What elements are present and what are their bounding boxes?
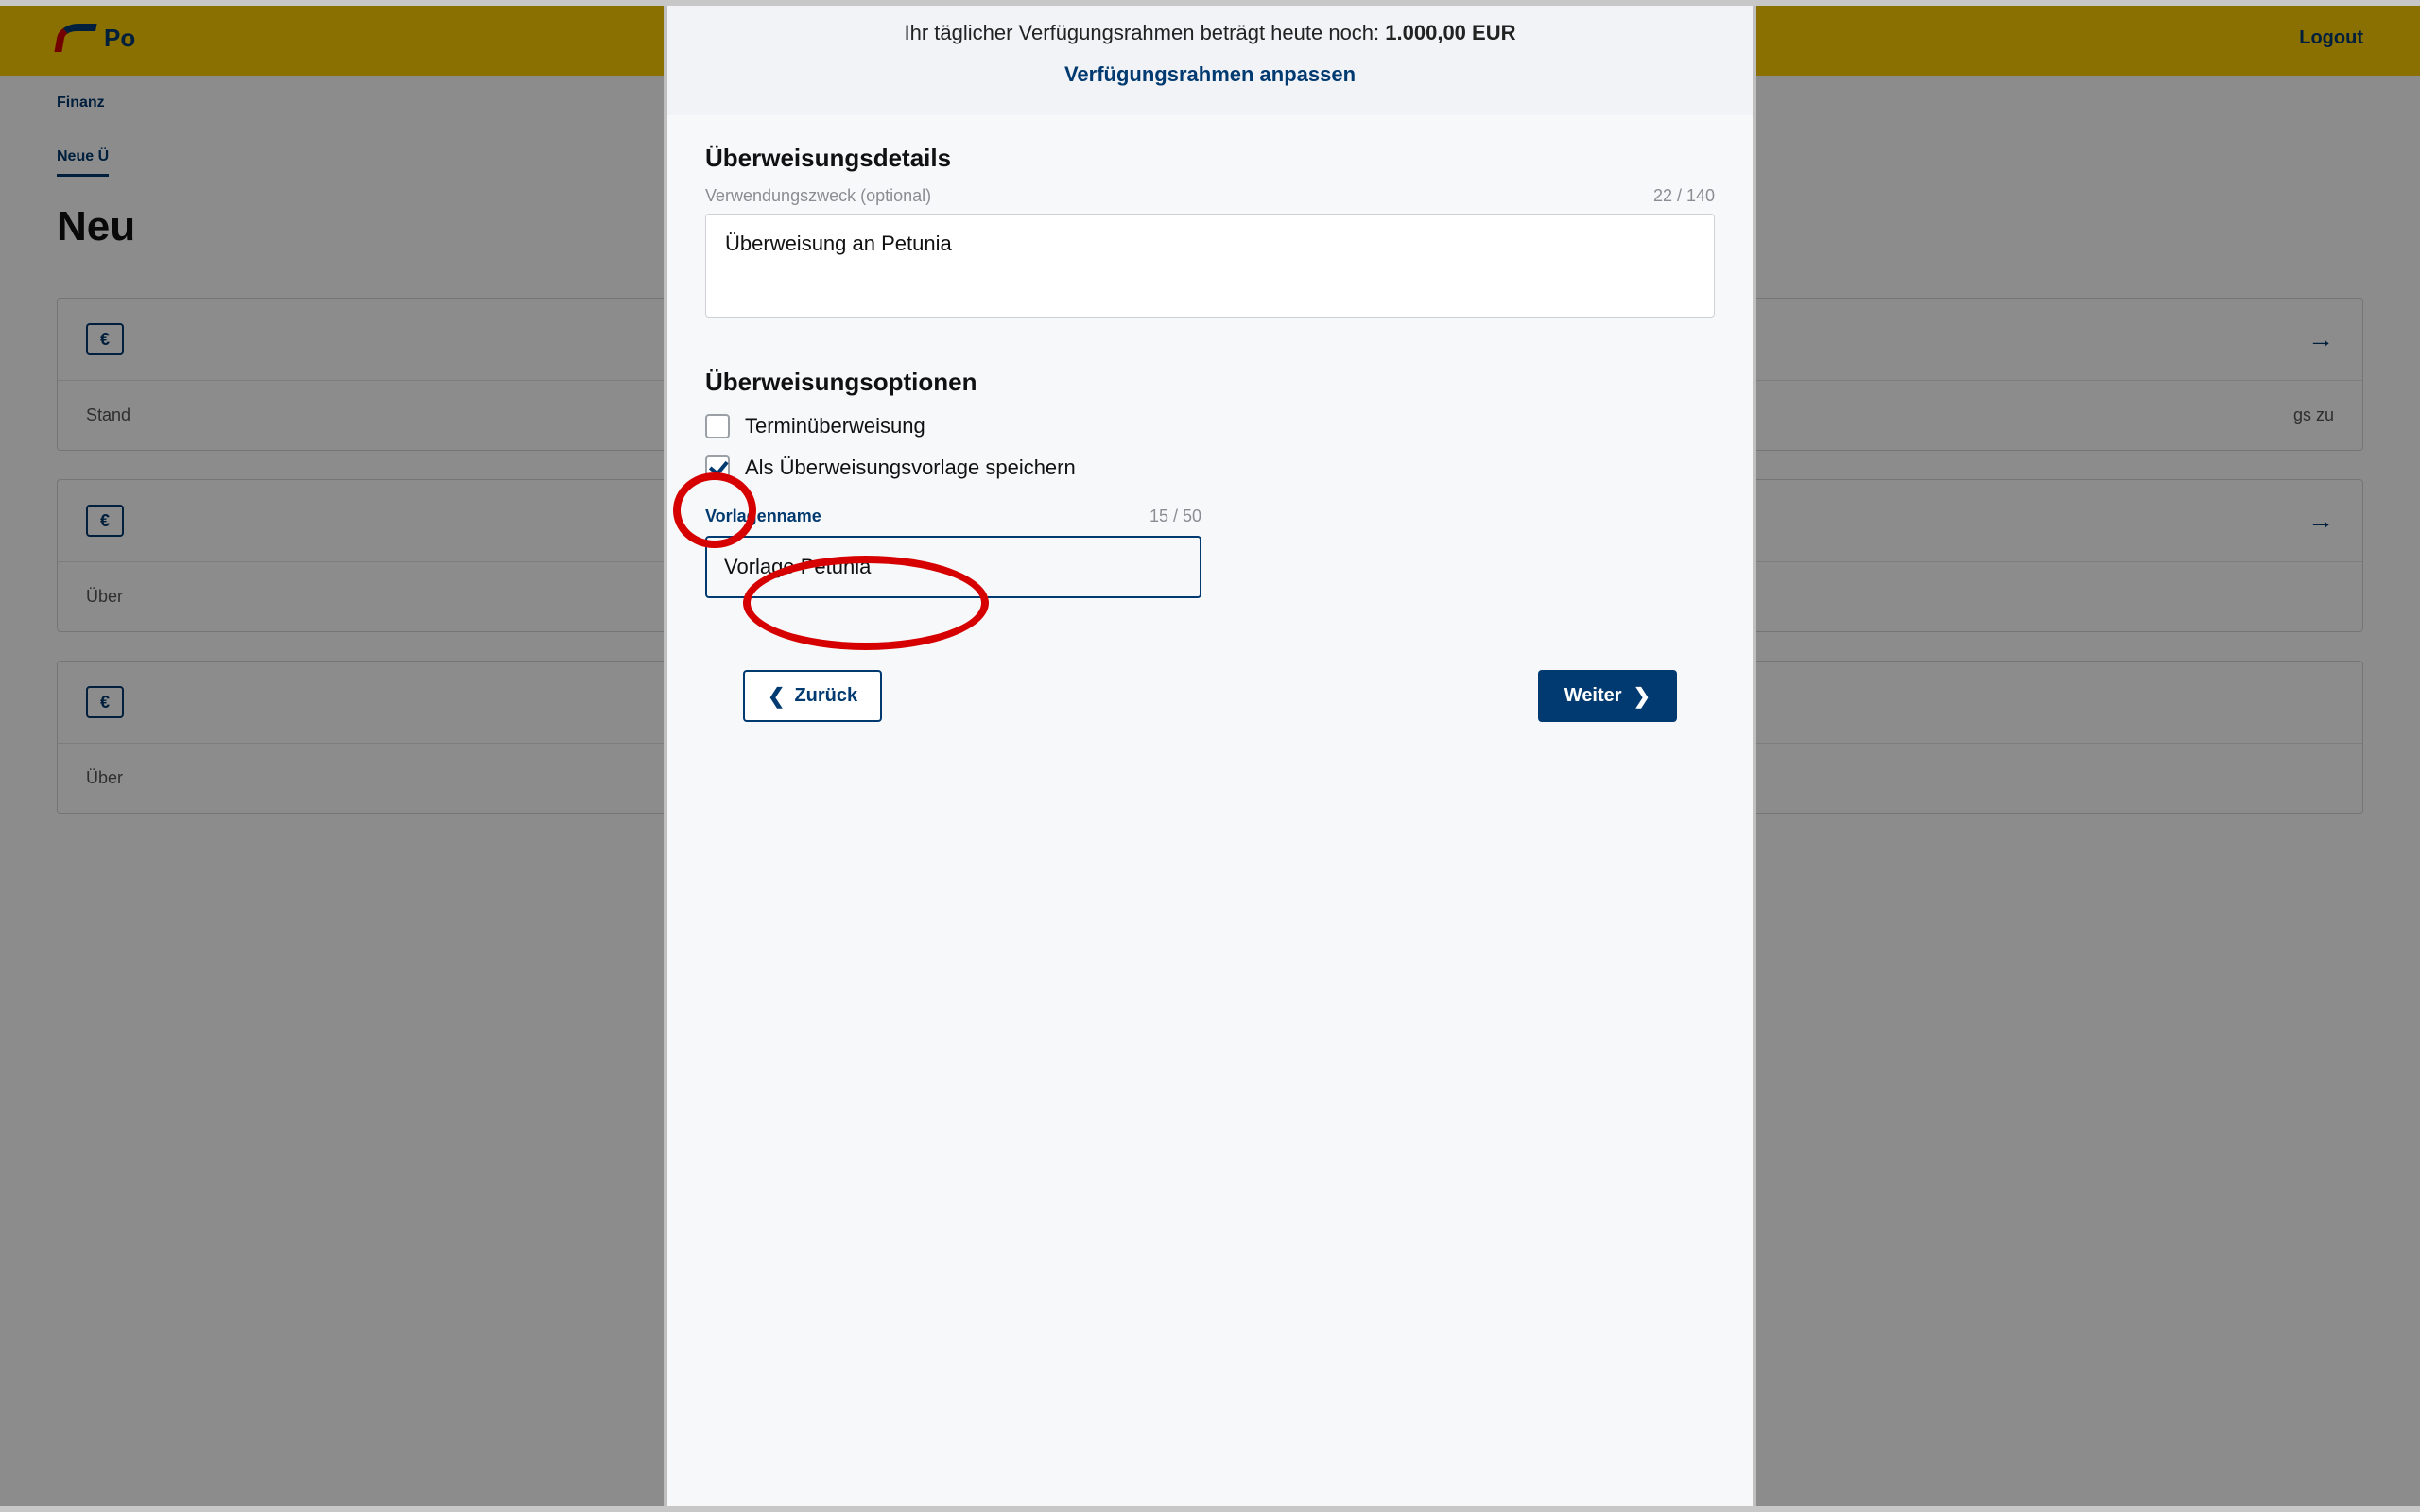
purpose-field-head: Verwendungszweck (optional) 22 / 140 [705,186,1715,206]
modal-footer: ❮ Zurück Weiter ❯ [705,644,1715,722]
back-label: Zurück [794,685,857,707]
save-template-label: Als Überweisungsvorlage speichern [745,455,1076,480]
scheduled-label: Terminüberweisung [745,414,925,438]
frame-border-top [0,0,2420,6]
modal-limit-banner: Ihr täglicher Verfügungsrahmen beträgt h… [667,0,1753,115]
details-heading: Überweisungsdetails [705,144,1715,173]
frame-border-bottom [0,1506,2420,1512]
limit-amount: 1.000,00 EUR [1385,21,1515,44]
chevron-right-icon: ❯ [1634,686,1651,707]
scheduled-checkbox[interactable] [705,414,730,438]
template-name-input[interactable] [705,536,1201,598]
template-name-label: Vorlagenname [705,507,821,526]
options-heading: Überweisungsoptionen [705,368,1715,397]
purpose-label: Verwendungszweck (optional) [705,186,931,206]
next-button[interactable]: Weiter ❯ [1538,670,1677,722]
save-template-checkbox[interactable] [705,455,730,480]
daily-limit-text: Ihr täglicher Verfügungsrahmen beträgt h… [686,21,1734,45]
template-head: Vorlagenname 15 / 50 [705,507,1201,526]
next-label: Weiter [1564,685,1622,707]
back-button[interactable]: ❮ Zurück [743,670,882,722]
chevron-left-icon: ❮ [768,686,785,707]
limit-prefix: Ihr täglicher Verfügungsrahmen beträgt h… [905,21,1386,44]
save-template-row[interactable]: Als Überweisungsvorlage speichern [705,455,1715,480]
template-counter: 15 / 50 [1150,507,1201,526]
purpose-input[interactable] [705,214,1715,318]
adjust-limit-link[interactable]: Verfügungsrahmen anpassen [1064,62,1356,87]
modal-body: Überweisungsdetails Verwendungszweck (op… [667,115,1753,1512]
transfer-modal: Ihr täglicher Verfügungsrahmen beträgt h… [664,0,1756,1512]
template-name-block: Vorlagenname 15 / 50 [705,507,1715,598]
scheduled-transfer-row[interactable]: Terminüberweisung [705,414,1715,438]
purpose-counter: 22 / 140 [1653,186,1715,206]
